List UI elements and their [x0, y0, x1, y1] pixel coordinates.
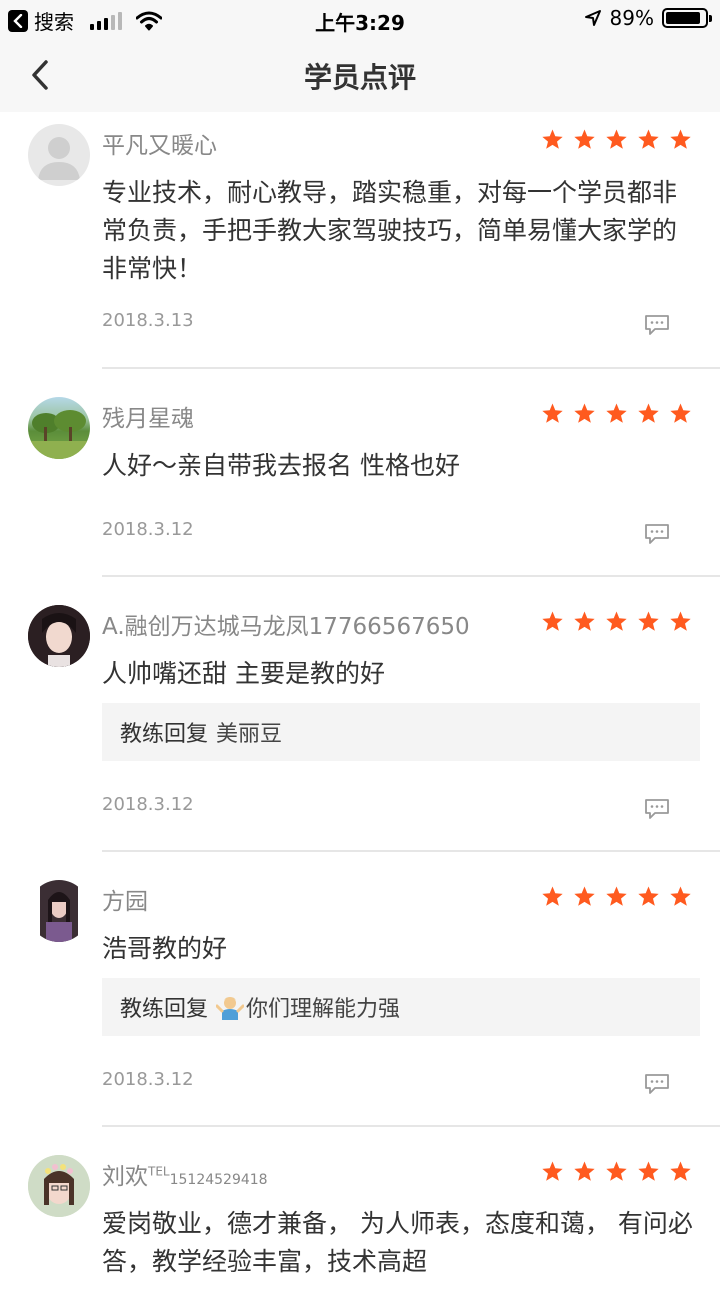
- comment-icon[interactable]: [644, 1073, 670, 1095]
- review-list[interactable]: 平凡又暖心 专业技术，耐心教导，踏实稳重，对每一个学员都非常负责，手把手教大家驾…: [0, 112, 720, 1292]
- reviewer-phone: 15124529418: [169, 1172, 268, 1188]
- star-icon: [638, 1161, 659, 1181]
- avatar[interactable]: [28, 1155, 90, 1217]
- coach-reply-label: 教练回复: [120, 997, 209, 1022]
- coach-reply-text: 美丽豆: [216, 722, 283, 747]
- status-bar: 搜索 上午3:29 89%: [0, 0, 720, 38]
- shrug-emoji: [216, 997, 245, 1020]
- star-icon: [606, 129, 627, 149]
- reviewer-name: 平凡又暖心: [102, 133, 217, 159]
- star-icon: [670, 129, 691, 149]
- default-user-icon: [38, 137, 80, 180]
- star-icon: [574, 129, 595, 149]
- star-icon: [574, 1161, 595, 1181]
- star-icon: [670, 886, 691, 906]
- coach-reply: 教练回复 美丽豆: [102, 703, 700, 761]
- reviewer-name-text: 刘欢: [102, 1164, 148, 1190]
- star-icon: [574, 886, 595, 906]
- review-content: 人好～亲自带我去报名 性格也好: [102, 451, 460, 480]
- coach-reply: 教练回复 你们理解能力强: [102, 978, 700, 1036]
- star-icon: [670, 611, 691, 631]
- location-arrow-icon: [584, 10, 601, 26]
- star-icon: [638, 611, 659, 631]
- star-icon: [542, 403, 563, 423]
- reviewer-name: 方园: [102, 889, 148, 915]
- comment-icon[interactable]: [644, 523, 670, 545]
- girl-photo-avatar: [28, 1155, 90, 1217]
- girl-photo-avatar: [28, 605, 90, 667]
- girl-photo-avatar: [40, 880, 78, 942]
- star-rating: [541, 885, 692, 908]
- star-icon: [606, 1161, 627, 1181]
- review-item: 平凡又暖心 专业技术，耐心教导，踏实稳重，对每一个学员都非常负责，手把手教大家驾…: [0, 112, 720, 369]
- star-icon: [638, 129, 659, 149]
- coach-reply-label: 教练回复: [120, 722, 209, 747]
- reviewer-name: 刘欢TEL15124529418: [102, 1157, 268, 1191]
- star-icon: [670, 403, 691, 423]
- review-date: 2018.3.12: [102, 1069, 194, 1090]
- comment-icon[interactable]: [644, 798, 670, 820]
- review-content: 专业技术，耐心教导，踏实稳重，对每一个学员都非常负责，手把手教大家驾驶技巧，简单…: [102, 178, 678, 283]
- battery-percent: 89%: [609, 6, 654, 30]
- avatar[interactable]: [28, 124, 90, 186]
- star-icon: [670, 1161, 691, 1181]
- battery-icon: [662, 8, 712, 28]
- star-icon: [574, 611, 595, 631]
- star-icon: [606, 886, 627, 906]
- navigation-bar: 学员点评: [0, 38, 720, 112]
- coach-reply-text: 你们理解能力强: [246, 997, 401, 1022]
- comment-icon[interactable]: [644, 314, 670, 336]
- review-item: 方园 浩哥教的好 教练回复 你们理解能力强 2018.3.12: [0, 852, 720, 1127]
- status-right: 89%: [584, 6, 712, 30]
- reviewer-name: A.融创万达城马龙凤17766567650: [102, 614, 470, 640]
- review-content: 浩哥教的好: [102, 934, 228, 963]
- star-icon: [542, 886, 563, 906]
- star-icon: [606, 611, 627, 631]
- review-date: 2018.3.12: [102, 519, 194, 540]
- reviewer-name: 残月星魂: [102, 406, 194, 432]
- star-rating: [541, 402, 692, 425]
- star-icon: [542, 129, 563, 149]
- reviewer-name-sup: TEL: [148, 1164, 170, 1179]
- star-icon: [542, 611, 563, 631]
- page-title: 学员点评: [303, 61, 416, 94]
- review-item: 刘欢TEL15124529418 爱岗敬业，德才兼备， 为人师表，态度和蔼， 有…: [0, 1127, 720, 1292]
- avatar[interactable]: [28, 880, 90, 942]
- review-item: A.融创万达城马龙凤17766567650 人帅嘴还甜 主要是教的好 教练回复 …: [0, 577, 720, 852]
- avatar[interactable]: [28, 397, 90, 459]
- review-content: 人帅嘴还甜 主要是教的好: [102, 659, 385, 688]
- star-icon: [542, 1161, 563, 1181]
- review-date: 2018.3.13: [102, 310, 194, 331]
- star-icon: [606, 403, 627, 423]
- star-rating: [541, 610, 692, 633]
- star-rating: [541, 1160, 692, 1183]
- review-content: 爱岗敬业，德才兼备， 为人师表，态度和蔼， 有问必答，教学经验丰富，技术高超: [102, 1209, 693, 1276]
- review-item: 残月星魂 人好～亲自带我去报名 性格也好 2018.3.12: [0, 369, 720, 577]
- tree-photo-avatar: [28, 410, 90, 459]
- star-rating: [541, 128, 692, 151]
- star-icon: [638, 403, 659, 423]
- review-date: 2018.3.12: [102, 794, 194, 815]
- star-icon: [574, 403, 595, 423]
- star-icon: [638, 886, 659, 906]
- avatar[interactable]: [28, 605, 90, 667]
